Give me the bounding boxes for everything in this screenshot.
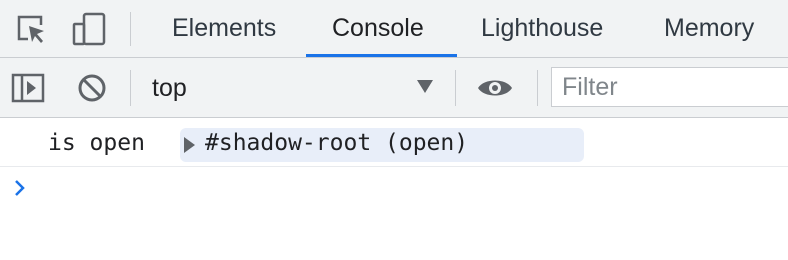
- tab-elements[interactable]: Elements: [172, 0, 276, 57]
- expand-triangle-icon[interactable]: [184, 137, 195, 153]
- console-message: is open #shadow-root (open): [0, 118, 788, 167]
- clear-console-icon[interactable]: [73, 69, 111, 107]
- execution-context-selector[interactable]: top: [140, 58, 450, 116]
- toolbar-divider: [130, 12, 131, 46]
- toolbar-divider: [537, 70, 538, 106]
- shadow-root-label: #shadow-root (open): [205, 130, 469, 156]
- live-expression-eye-icon[interactable]: [476, 69, 514, 107]
- selected-tab-indicator: [306, 54, 457, 57]
- filter-input[interactable]: [552, 68, 788, 106]
- dropdown-arrow-icon: [417, 80, 433, 93]
- device-toolbar-icon[interactable]: [70, 10, 108, 48]
- console-toolbar: top: [0, 58, 788, 118]
- filter-box: [551, 67, 788, 107]
- tab-console[interactable]: Console: [332, 0, 424, 57]
- toolbar-divider: [455, 70, 456, 106]
- message-text: is open: [48, 130, 145, 156]
- context-label: top: [152, 74, 187, 102]
- tab-lighthouse[interactable]: Lighthouse: [481, 0, 603, 57]
- devtools-tab-bar: Elements Console Lighthouse Memory: [0, 0, 788, 58]
- inspect-element-icon[interactable]: [12, 10, 50, 48]
- toolbar-divider: [130, 70, 131, 106]
- prompt-chevron-icon: [12, 177, 28, 204]
- show-sidebar-icon[interactable]: [9, 69, 47, 107]
- tab-memory[interactable]: Memory: [664, 0, 754, 57]
- console-prompt[interactable]: [0, 167, 788, 260]
